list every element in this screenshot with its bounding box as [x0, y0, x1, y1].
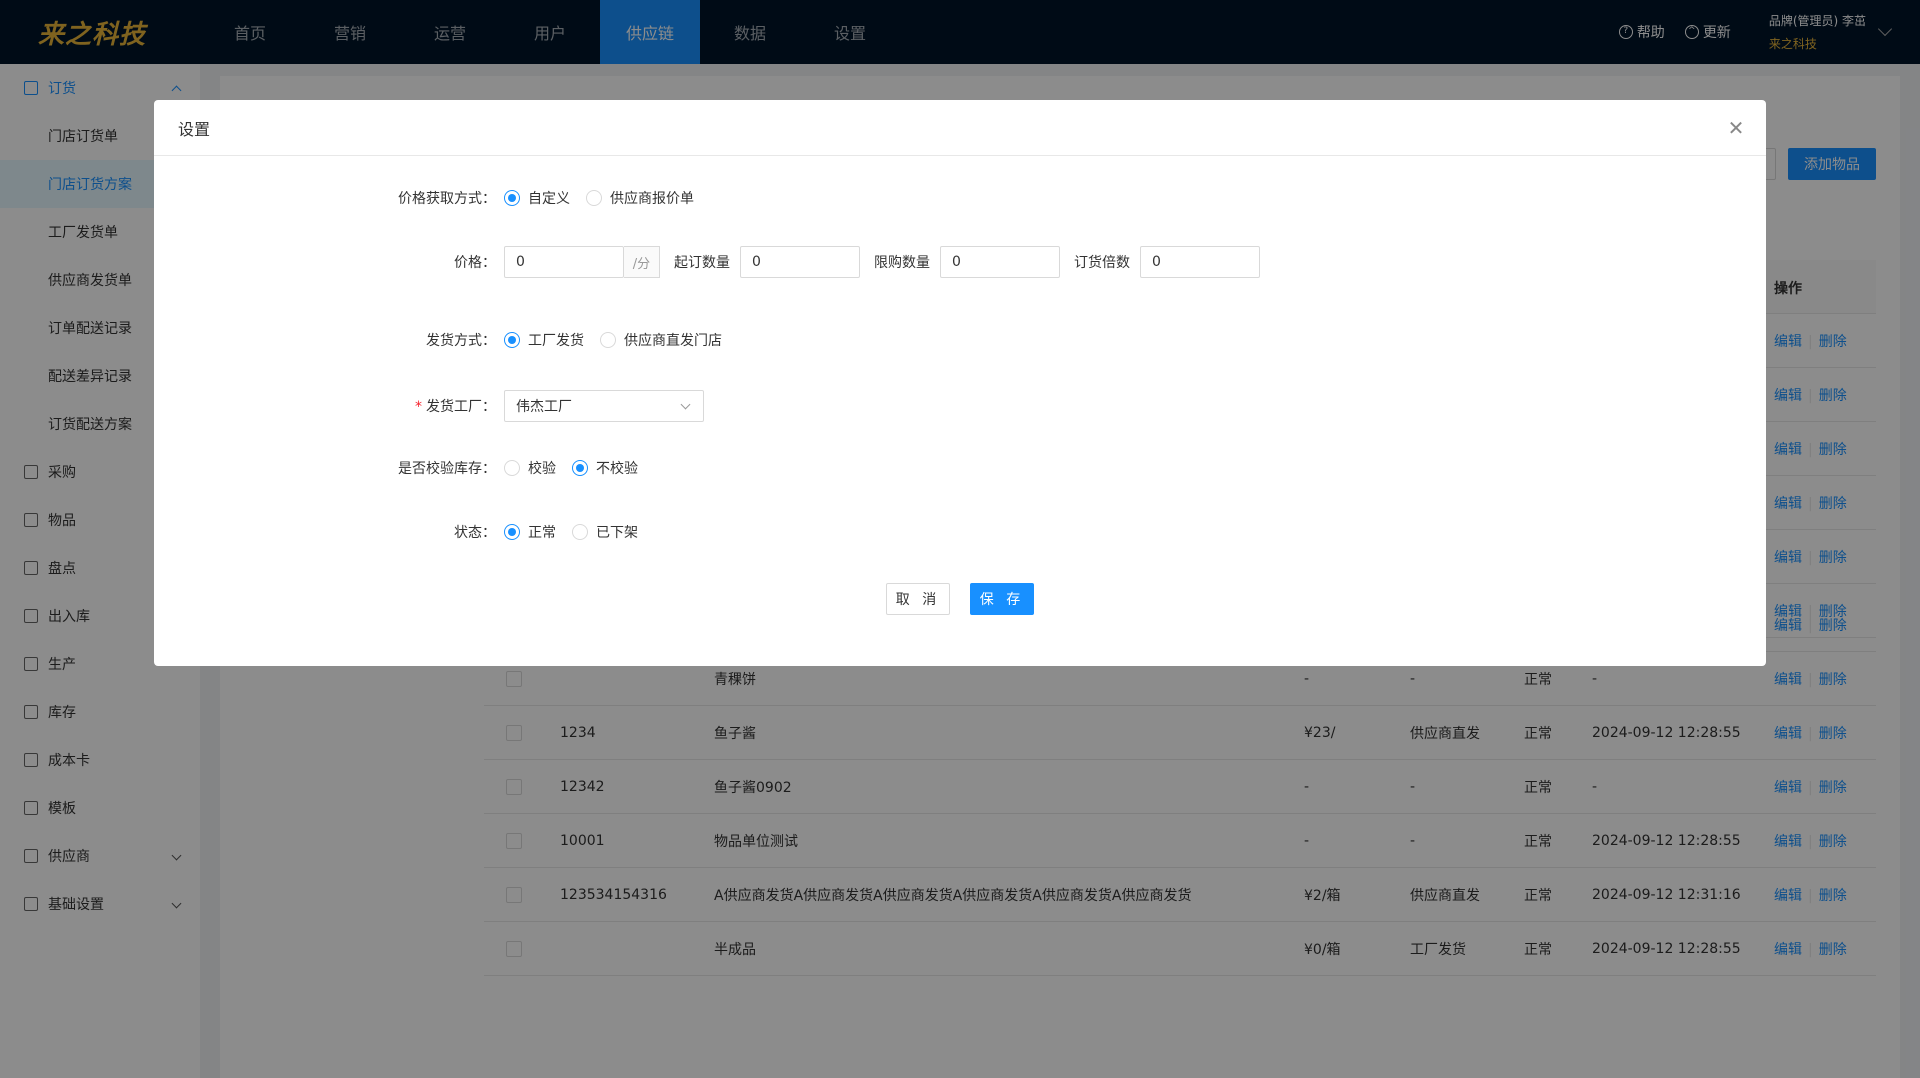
ship-mode-label: 发货方式	[426, 333, 482, 349]
chevron-down-icon	[680, 399, 691, 410]
status-normal-radio[interactable]: 正常	[504, 522, 556, 542]
price-label: 价格	[454, 255, 482, 271]
price-mode-row: 价格获取方式： 自定义 供应商报价单	[154, 188, 710, 208]
price-mode-label: 价格获取方式	[398, 191, 482, 207]
price-row: 价格： 0 /分 起订数量 0 限购数量 0 订货倍数 0	[154, 246, 1260, 278]
max-qty-input[interactable]: 0	[940, 246, 1060, 278]
factory-select[interactable]: 伟杰工厂	[504, 390, 704, 422]
status-label: 状态	[454, 525, 482, 541]
cancel-button[interactable]: 取 消	[886, 583, 950, 615]
radio-label: 工厂发货	[528, 333, 584, 349]
status-row: 状态： 正常 已下架	[154, 522, 654, 542]
radio-label: 供应商报价单	[610, 191, 694, 207]
radio-label: 已下架	[596, 525, 638, 541]
price-input[interactable]: 0	[504, 246, 624, 278]
price-mode-supplier-radio[interactable]: 供应商报价单	[586, 188, 694, 208]
ship-mode-row: 发货方式： 工厂发货 供应商直发门店	[154, 330, 738, 350]
multiple-input[interactable]: 0	[1140, 246, 1260, 278]
factory-label: 发货工厂	[426, 399, 482, 415]
stock-check-row: 是否校验库存： 校验 不校验	[154, 458, 654, 478]
radio-checked-icon	[504, 190, 520, 206]
modal-title: 设置	[154, 100, 1766, 156]
radio-label: 校验	[528, 461, 556, 477]
radio-label: 不校验	[596, 461, 638, 477]
radio-unchecked-icon	[586, 190, 602, 206]
radio-checked-icon	[572, 460, 588, 476]
price-unit-addon: /分	[624, 246, 660, 278]
radio-label: 供应商直发门店	[624, 333, 722, 349]
factory-row: * 发货工厂： 伟杰工厂	[154, 390, 704, 422]
stock-check-label: 是否校验库存	[398, 461, 482, 477]
radio-label: 正常	[528, 525, 556, 541]
radio-label: 自定义	[528, 191, 570, 207]
settings-modal: 设置 ✕ 价格获取方式： 自定义 供应商报价单 价格： 0 /分 起订数量 0 …	[154, 100, 1766, 666]
required-mark: *	[415, 399, 422, 415]
price-mode-custom-radio[interactable]: 自定义	[504, 188, 570, 208]
check-yes-radio[interactable]: 校验	[504, 458, 556, 478]
factory-select-value: 伟杰工厂	[516, 399, 572, 415]
check-no-radio[interactable]: 不校验	[572, 458, 638, 478]
close-icon[interactable]: ✕	[1726, 118, 1746, 138]
status-offshelf-radio[interactable]: 已下架	[572, 522, 638, 542]
radio-unchecked-icon	[504, 460, 520, 476]
radio-checked-icon	[504, 332, 520, 348]
min-qty-input[interactable]: 0	[740, 246, 860, 278]
min-qty-label: 起订数量	[674, 255, 730, 271]
ship-factory-radio[interactable]: 工厂发货	[504, 330, 584, 350]
max-qty-label: 限购数量	[874, 255, 930, 271]
ship-supplier-direct-radio[interactable]: 供应商直发门店	[600, 330, 722, 350]
radio-unchecked-icon	[600, 332, 616, 348]
radio-checked-icon	[504, 524, 520, 540]
save-button[interactable]: 保 存	[970, 583, 1034, 615]
radio-unchecked-icon	[572, 524, 588, 540]
multiple-label: 订货倍数	[1074, 255, 1130, 271]
